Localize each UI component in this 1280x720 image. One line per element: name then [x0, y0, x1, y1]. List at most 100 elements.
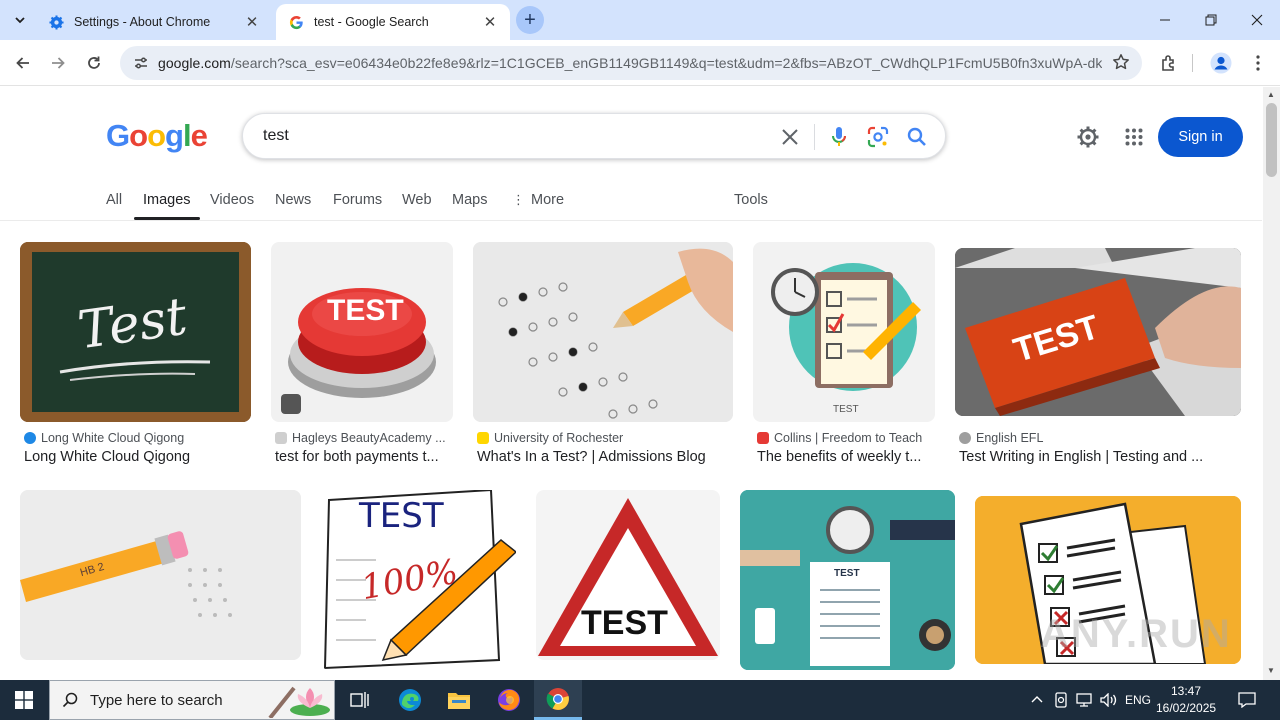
chevron-up-icon	[1031, 696, 1043, 703]
clock-time: 13:47	[1170, 684, 1202, 698]
close-tab-icon[interactable]: ✕	[482, 14, 498, 31]
result-source[interactable]: Hagleys BeautyAcademy ...	[275, 431, 446, 445]
tools-button[interactable]: Tools	[734, 192, 768, 208]
bookmark-star-icon[interactable]	[1112, 53, 1130, 76]
close-window-button[interactable]	[1234, 0, 1280, 40]
tab-google-search[interactable]: test - Google Search ✕	[276, 4, 510, 40]
reload-icon	[88, 56, 100, 69]
search-input[interactable]: test	[263, 127, 289, 145]
button-label-text: TEST	[327, 294, 404, 327]
google-lens-icon[interactable]	[866, 125, 890, 149]
lotus-decoration-icon	[268, 686, 330, 718]
taskbar-search[interactable]: Type here to search	[49, 680, 335, 720]
network-icon	[1076, 693, 1092, 707]
google-favicon-icon	[288, 14, 304, 30]
tab-settings[interactable]: Settings - About Chrome ✕	[36, 4, 272, 40]
tab-news[interactable]: News	[275, 192, 311, 208]
chevron-down-icon	[15, 17, 25, 24]
notifications-button[interactable]	[1232, 680, 1262, 720]
scroll-down-arrow-icon[interactable]: ▼	[1267, 666, 1275, 675]
extensions-button[interactable]	[1154, 48, 1184, 78]
device-icon	[1055, 692, 1067, 708]
site-favicon-icon	[757, 432, 769, 444]
tab-search-button[interactable]	[6, 6, 34, 34]
tab-images[interactable]: Images	[134, 192, 200, 220]
arrow-right-icon	[52, 57, 65, 69]
profile-button[interactable]	[1206, 48, 1236, 78]
result-caption[interactable]: Test Writing in English | Testing and ..…	[959, 449, 1229, 465]
result-source[interactable]: Collins | Freedom to Teach	[757, 431, 922, 445]
firefox-taskbar-button[interactable]	[485, 680, 533, 720]
input-language[interactable]: ENG	[1122, 680, 1154, 720]
source-name: Long White Cloud Qigong	[41, 431, 185, 445]
edge-taskbar-button[interactable]	[386, 680, 434, 720]
sign-in-button[interactable]: Sign in	[1158, 117, 1243, 157]
source-name: English EFL	[976, 431, 1044, 445]
result-thumbnail[interactable]: TEST	[740, 490, 955, 670]
show-hidden-icons-button[interactable]	[1026, 680, 1048, 720]
chrome-menu-button[interactable]	[1243, 48, 1273, 78]
chrome-taskbar-button[interactable]	[534, 680, 582, 720]
result-thumbnail[interactable]: TEST	[955, 248, 1241, 416]
tab-more-label: More	[531, 192, 565, 208]
result-source[interactable]: University of Rochester	[477, 431, 623, 445]
address-bar[interactable]: google.com/search?sca_esv=e06434e0b22fe8…	[120, 46, 1142, 80]
start-button[interactable]	[0, 680, 48, 720]
search-icon	[62, 692, 78, 708]
google-logo[interactable]: Google	[106, 118, 208, 154]
result-thumbnail[interactable]: TEST 100%	[321, 490, 516, 670]
search-box[interactable]: test	[242, 113, 946, 159]
tab-forums[interactable]: Forums	[333, 192, 382, 208]
volume-button[interactable]	[1097, 680, 1121, 720]
profile-avatar-icon	[1210, 52, 1232, 74]
microphone-icon[interactable]	[827, 125, 851, 149]
file-explorer-button[interactable]	[435, 680, 483, 720]
result-caption[interactable]: test for both payments t...	[275, 449, 450, 465]
product-tag-icon	[281, 394, 301, 414]
reload-button[interactable]	[79, 48, 109, 78]
result-thumbnail[interactable]	[473, 242, 733, 422]
answer-sheet-image	[473, 242, 733, 422]
tab-title: Settings - About Chrome	[74, 15, 211, 29]
result-thumbnail[interactable]: TEST	[271, 242, 453, 422]
url-path: /search?sca_esv=e06434e0b22fe8e9&rlz=1C1…	[230, 55, 1102, 71]
result-thumbnail[interactable]: HB 2	[20, 490, 301, 660]
taskbar-clock[interactable]: 13:47 16/02/2025	[1156, 683, 1216, 717]
gear-icon	[1077, 126, 1099, 148]
tab-title: test - Google Search	[314, 15, 429, 29]
restore-button[interactable]	[1188, 0, 1234, 40]
close-tab-icon[interactable]: ✕	[244, 14, 260, 31]
google-apps-button[interactable]	[1121, 124, 1147, 150]
page-scrollbar[interactable]: ▲ ▼	[1263, 87, 1280, 680]
result-source[interactable]: Long White Cloud Qigong	[24, 431, 184, 445]
task-view-button[interactable]	[336, 680, 384, 720]
network-button[interactable]	[1073, 680, 1095, 720]
result-source[interactable]: English EFL	[959, 431, 1043, 445]
minimize-button[interactable]	[1142, 0, 1188, 40]
device-tray-button[interactable]	[1051, 680, 1071, 720]
desk-test-image	[740, 490, 955, 670]
new-tab-button[interactable]: +	[516, 6, 544, 34]
result-caption[interactable]: The benefits of weekly t...	[757, 449, 932, 465]
result-caption[interactable]: Long White Cloud Qigong	[24, 449, 254, 465]
watermark-text: ANY.RUN	[1040, 612, 1232, 656]
forward-button[interactable]	[43, 48, 73, 78]
settings-button[interactable]	[1075, 124, 1101, 150]
sheet-small-text: TEST	[834, 568, 860, 579]
result-thumbnail[interactable]: TEST	[536, 490, 720, 660]
scrollbar-thumb[interactable]	[1266, 103, 1277, 177]
result-thumbnail[interactable]: TEST	[753, 242, 935, 422]
tab-more[interactable]: ⋮ More	[512, 192, 564, 208]
clear-search-icon[interactable]	[778, 125, 802, 149]
back-button[interactable]	[8, 48, 38, 78]
search-icon[interactable]	[905, 125, 929, 149]
tab-web[interactable]: Web	[402, 192, 432, 208]
tab-all[interactable]: All	[106, 192, 122, 208]
scroll-up-arrow-icon[interactable]: ▲	[1267, 90, 1275, 99]
site-favicon-icon	[477, 432, 489, 444]
tab-maps[interactable]: Maps	[452, 192, 487, 208]
result-thumbnail[interactable]: Test	[20, 242, 251, 422]
result-caption[interactable]: What's In a Test? | Admissions Blog	[477, 449, 732, 465]
tab-videos[interactable]: Videos	[210, 192, 254, 208]
site-info-icon[interactable]	[124, 55, 158, 71]
